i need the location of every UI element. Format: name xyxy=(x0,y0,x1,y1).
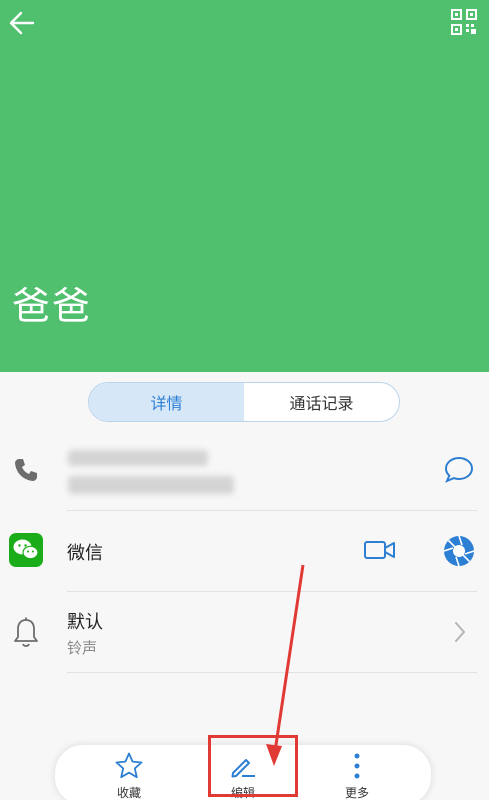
video-camera-icon[interactable] xyxy=(363,536,397,566)
more-label: 更多 xyxy=(344,786,369,800)
annotation-highlight-box xyxy=(208,735,298,797)
wechat-row[interactable]: 微信 xyxy=(0,511,489,591)
qr-code-icon xyxy=(451,9,477,35)
tab-call-log[interactable]: 通话记录 xyxy=(244,383,399,421)
contact-header: 爸爸 xyxy=(0,0,489,372)
qr-code-button[interactable] xyxy=(450,8,478,36)
ringtone-title: 默认 xyxy=(67,612,103,633)
shutter-icon[interactable] xyxy=(443,535,475,567)
back-button[interactable] xyxy=(6,6,40,40)
divider xyxy=(67,672,477,673)
message-bubble-icon[interactable] xyxy=(443,454,475,486)
more-button[interactable]: 更多 xyxy=(317,745,397,800)
ringtone-row[interactable]: 默认 铃声 xyxy=(0,592,489,672)
bell-icon xyxy=(8,614,44,650)
ringtone-subtitle: 铃声 xyxy=(67,639,98,657)
favorite-button[interactable]: 收藏 xyxy=(89,745,169,800)
star-icon xyxy=(113,750,145,782)
contact-name: 爸爸 xyxy=(12,284,93,328)
phone-icon xyxy=(8,452,44,488)
favorite-label: 收藏 xyxy=(116,786,141,800)
redacted-phone-location xyxy=(68,476,234,494)
more-vertical-icon xyxy=(341,750,373,782)
tab-details[interactable]: 详情 xyxy=(89,383,244,421)
phone-number-row[interactable] xyxy=(0,432,489,510)
detail-tabs: 详情 通话记录 xyxy=(88,382,400,422)
chevron-right-icon xyxy=(450,619,470,645)
redacted-phone-number xyxy=(68,450,208,466)
arrow-left-icon xyxy=(9,11,35,35)
wechat-icon xyxy=(8,532,44,568)
wechat-label: 微信 xyxy=(67,543,103,564)
